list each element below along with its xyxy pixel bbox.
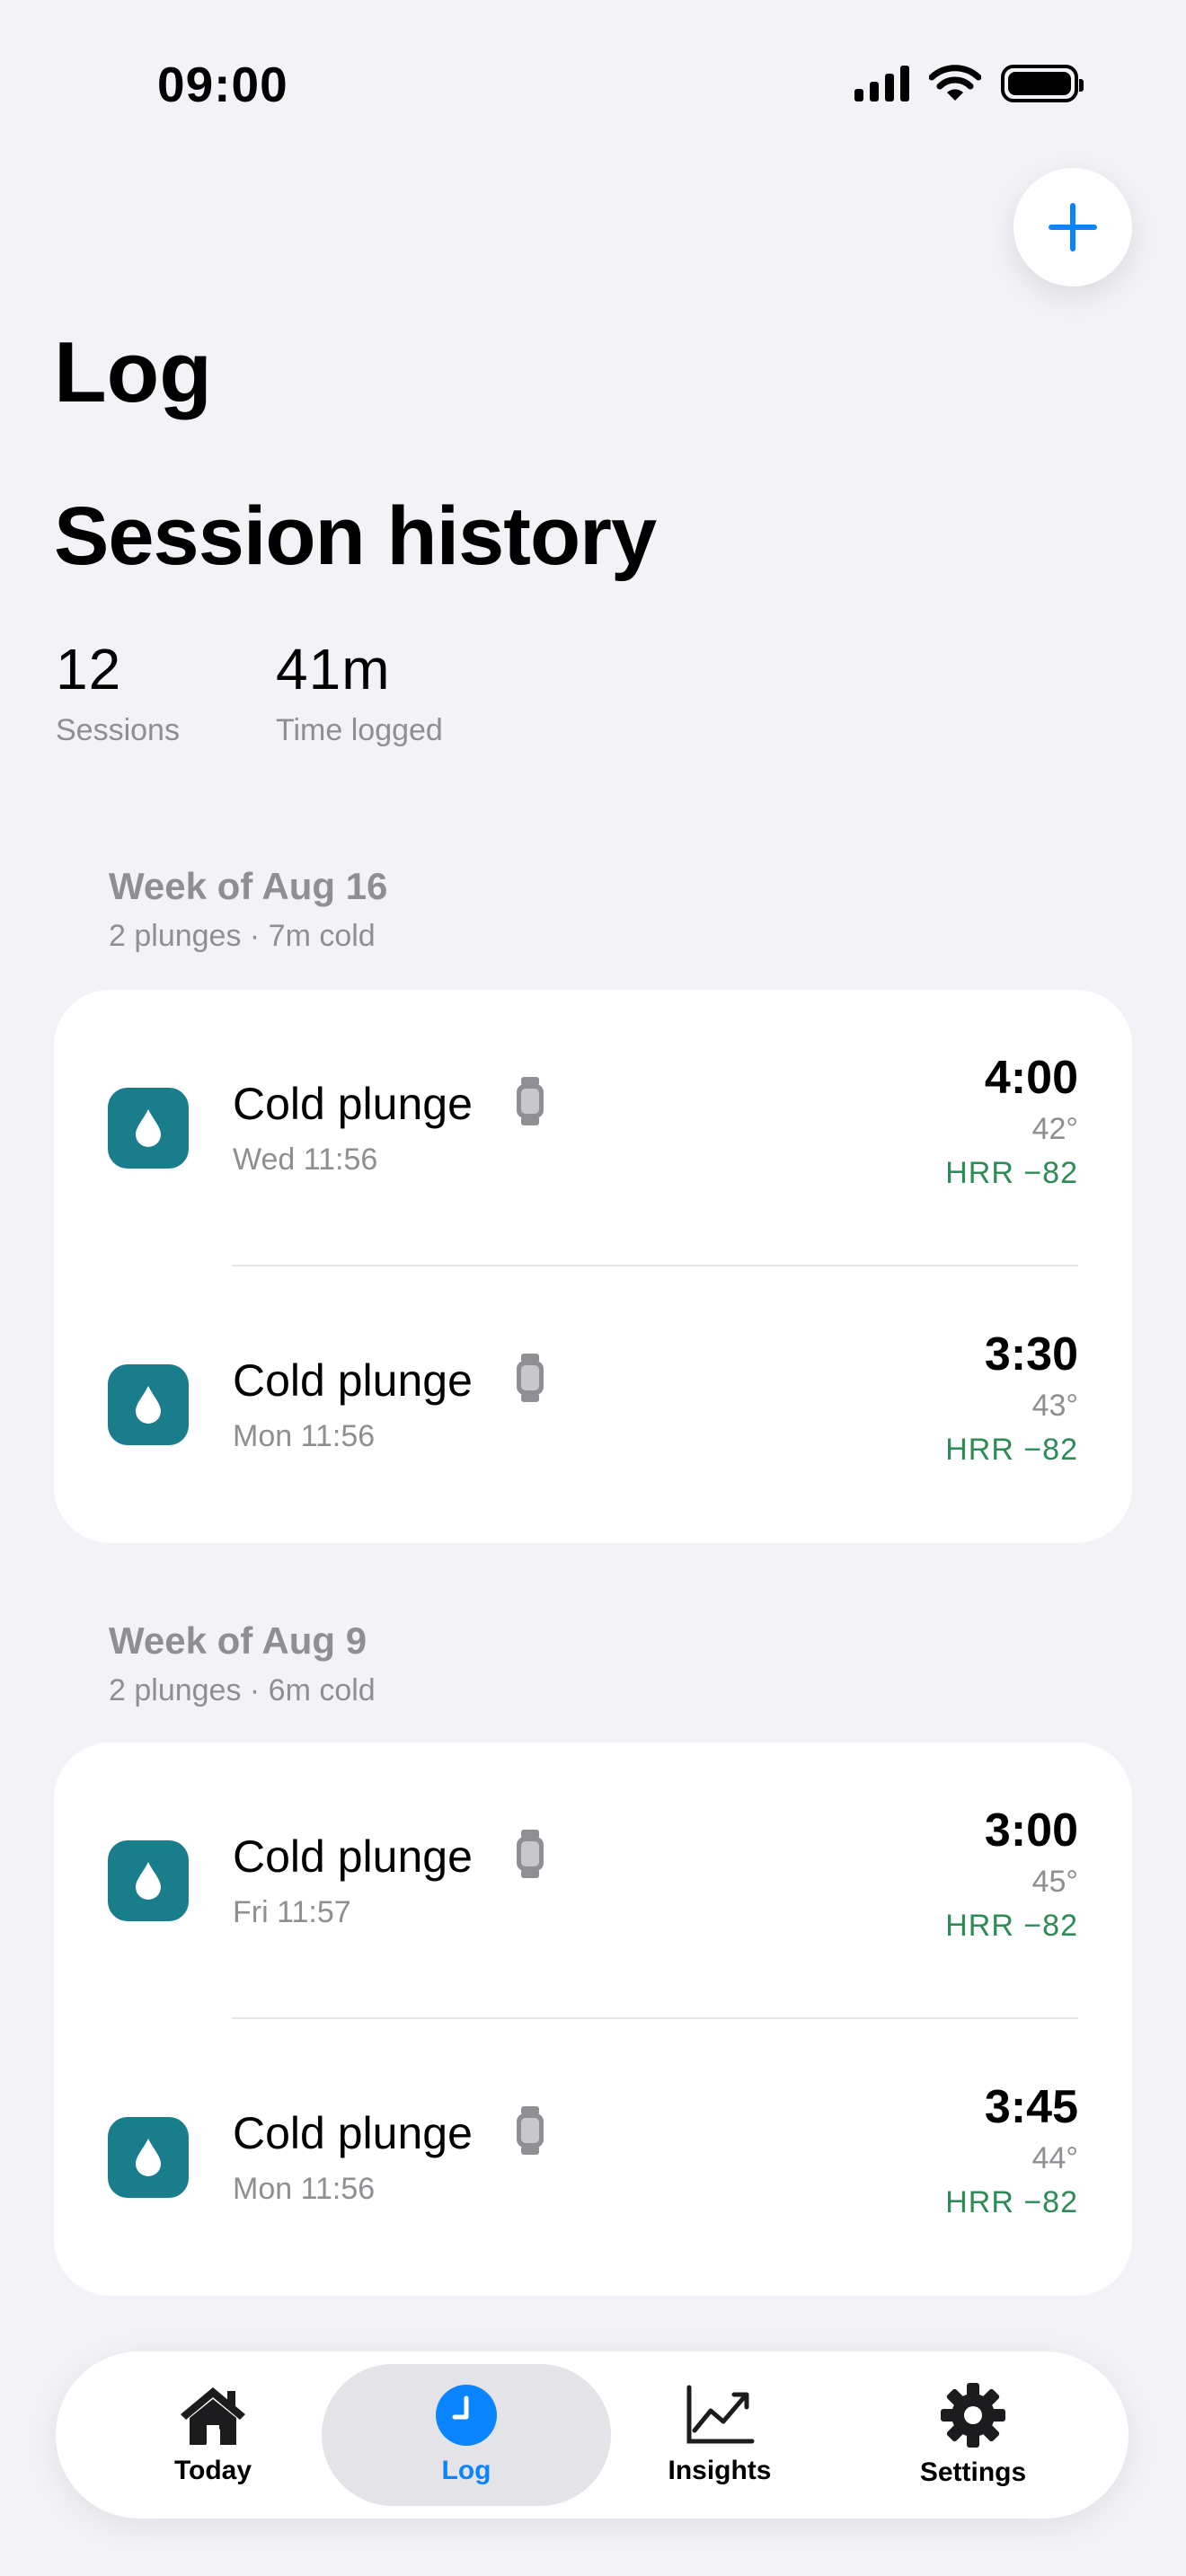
wifi-icon	[929, 65, 981, 101]
session-title: Cold plunge	[233, 1831, 473, 1882]
water-drop-icon	[108, 1840, 189, 1921]
tab-bar: Today Log Insights Settings	[56, 2351, 1128, 2519]
house-icon	[181, 2387, 245, 2445]
week-card: Cold plunge Fri 11:57 3:00 45° HRR −82 C…	[54, 1742, 1132, 2296]
session-temperature: 45°	[1031, 1865, 1078, 1899]
nav-title: Log	[54, 324, 212, 420]
session-title: Cold plunge	[233, 2108, 473, 2158]
plus-icon	[1049, 203, 1097, 251]
week-header: Week of Aug 16 2 plunges · 7m cold	[109, 865, 387, 954]
section-title: Session history	[54, 490, 657, 582]
stat-value: 12	[56, 637, 122, 701]
week-card: Cold plunge Wed 11:56 4:00 42° HRR −82 C…	[54, 990, 1132, 1543]
tab-label: Log	[441, 2456, 491, 2485]
tab-log[interactable]: Log	[363, 2351, 570, 2519]
week-title: Week of Aug 9	[109, 1619, 367, 1662]
tab-label: Insights	[668, 2456, 772, 2485]
stat-time-logged: 41m Time logged	[276, 636, 443, 748]
session-row[interactable]: Cold plunge Mon 11:56 3:30 43° HRR −82	[54, 1266, 1132, 1543]
stat-sessions: 12 Sessions	[56, 636, 180, 748]
stat-label: Time logged	[276, 713, 443, 747]
battery-icon	[1001, 65, 1084, 102]
week-title: Week of Aug 16	[109, 865, 388, 907]
status-icons	[854, 65, 1084, 102]
clock-icon	[436, 2385, 497, 2446]
session-metrics: 3:45 44° HRR −82	[945, 2080, 1078, 2220]
gear-icon	[941, 2383, 1005, 2448]
water-drop-icon	[108, 1088, 189, 1169]
session-metrics: 3:00 45° HRR −82	[945, 1804, 1078, 1944]
water-drop-icon	[108, 1364, 189, 1445]
session-title: Cold plunge	[233, 1079, 473, 1129]
week-summary: 2 plunges · 7m cold	[109, 919, 376, 953]
session-hrr: HRR −82	[945, 1433, 1078, 1467]
session-hrr: HRR −82	[945, 1156, 1078, 1190]
session-title: Cold plunge	[233, 1355, 473, 1406]
session-row[interactable]: Cold plunge Mon 11:56 3:45 44° HRR −82	[54, 2019, 1132, 2296]
tab-label: Today	[173, 2456, 252, 2485]
add-session-button[interactable]	[1013, 168, 1132, 287]
session-row[interactable]: Cold plunge Wed 11:56 4:00 42° HRR −82	[54, 990, 1132, 1266]
session-duration: 3:00	[984, 1804, 1078, 1857]
session-temperature: 44°	[1031, 2141, 1078, 2175]
cellular-signal-icon	[854, 66, 909, 101]
session-duration: 4:00	[984, 1052, 1078, 1104]
status-bar: 09:00	[0, 0, 1186, 171]
session-date: Mon 11:56	[233, 1419, 376, 1453]
tab-insights[interactable]: Insights	[616, 2351, 823, 2519]
session-temperature: 43°	[1031, 1389, 1078, 1423]
watch-icon	[517, 2106, 544, 2155]
status-time: 09:00	[157, 57, 288, 112]
session-metrics: 3:30 43° HRR −82	[945, 1328, 1078, 1468]
session-date: Fri 11:57	[233, 1895, 351, 1929]
session-duration: 3:45	[984, 2081, 1078, 2133]
week-header: Week of Aug 9 2 plunges · 6m cold	[109, 1619, 376, 1708]
session-hrr: HRR −82	[945, 2185, 1078, 2219]
tab-today[interactable]: Today	[110, 2351, 316, 2519]
session-date: Wed 11:56	[233, 1142, 378, 1177]
session-date: Mon 11:56	[233, 2172, 376, 2206]
tab-settings[interactable]: Settings	[870, 2351, 1076, 2519]
week-summary: 2 plunges · 6m cold	[109, 1673, 376, 1707]
watch-icon	[517, 1830, 544, 1878]
stat-label: Sessions	[56, 713, 180, 747]
session-metrics: 4:00 42° HRR −82	[945, 1051, 1078, 1191]
tab-label: Settings	[919, 2457, 1027, 2487]
stat-value: 41m	[276, 637, 391, 701]
watch-icon	[517, 1077, 544, 1125]
water-drop-icon	[108, 2117, 189, 2198]
chart-icon	[686, 2385, 755, 2444]
session-row[interactable]: Cold plunge Fri 11:57 3:00 45° HRR −82	[54, 1742, 1132, 2019]
session-duration: 3:30	[984, 1328, 1078, 1381]
session-temperature: 42°	[1031, 1112, 1078, 1146]
session-hrr: HRR −82	[945, 1909, 1078, 1943]
watch-icon	[517, 1354, 544, 1402]
